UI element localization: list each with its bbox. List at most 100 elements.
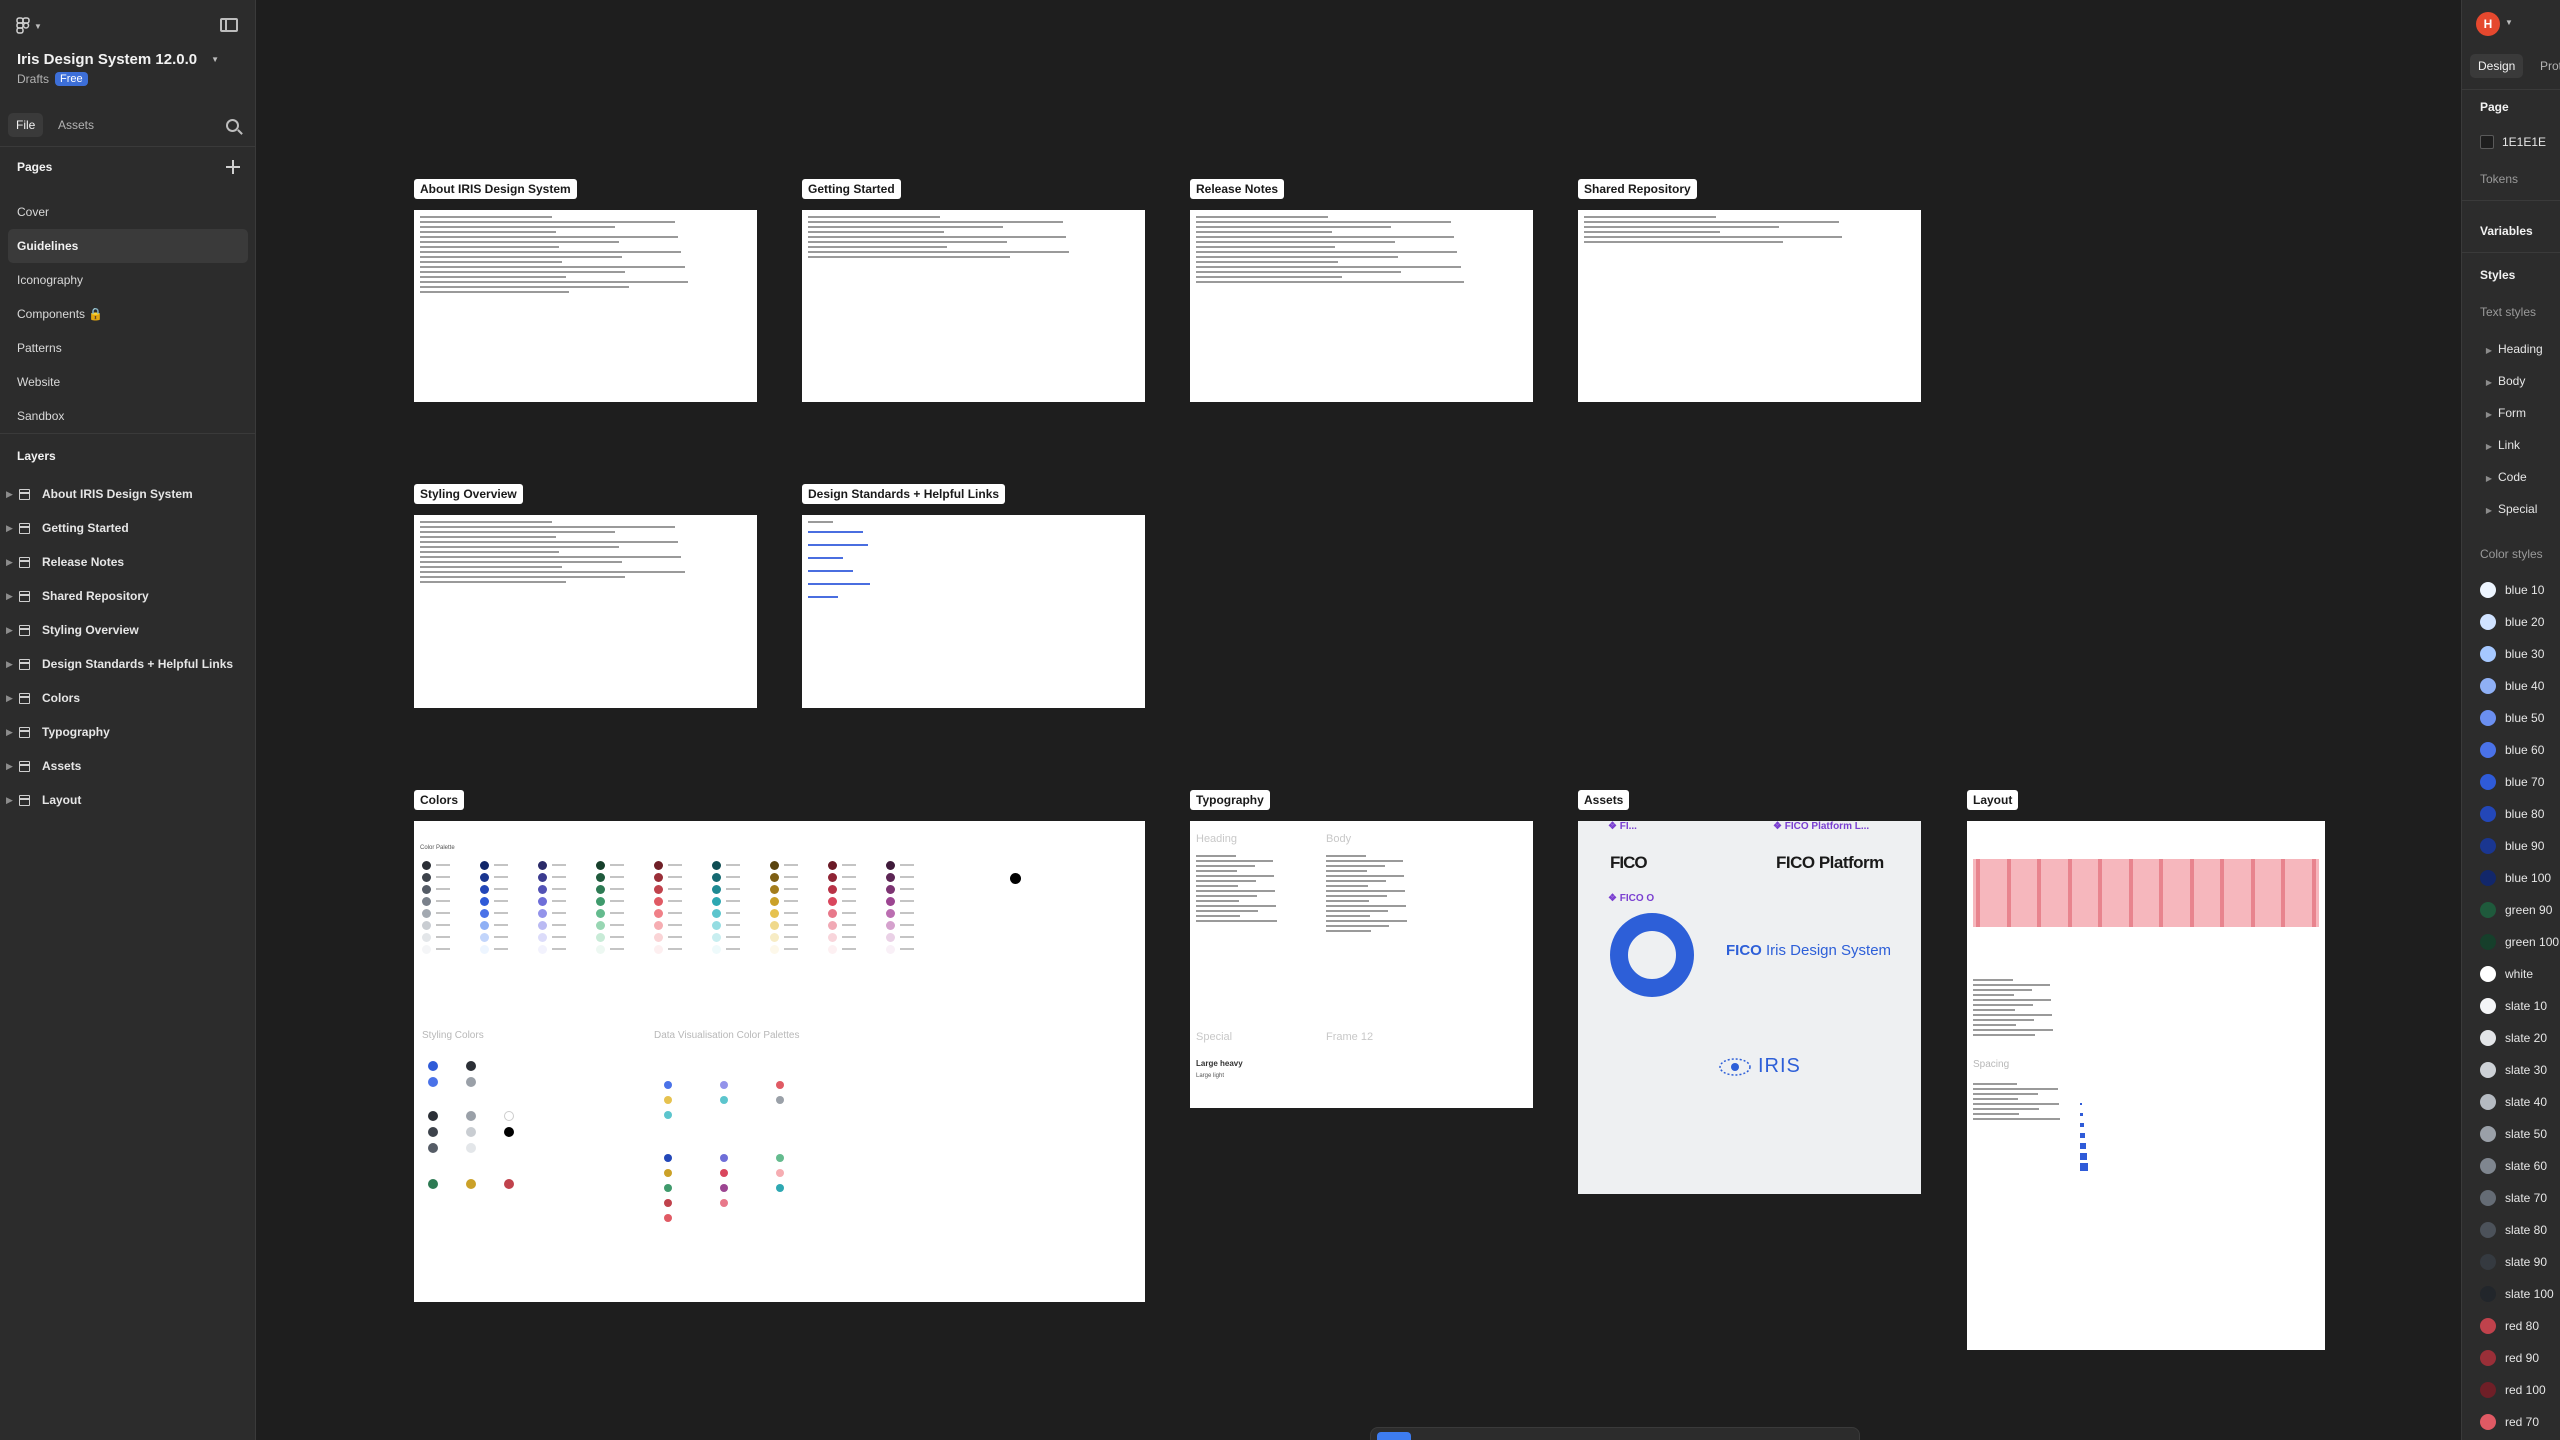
color-style-item[interactable]: slate 90 [2480,1246,2559,1278]
frame-label-styling-overview[interactable]: Styling Overview [414,484,523,504]
color-style-item[interactable]: slate 20 [2480,1022,2559,1054]
text-style-item[interactable]: ▶ Heading [2480,333,2543,365]
frame-design-standards[interactable] [802,515,1145,708]
chevron-right-icon[interactable]: ▶ [6,579,13,613]
color-style-item[interactable]: blue 80 [2480,798,2559,830]
color-style-item[interactable]: slate 70 [2480,1182,2559,1214]
color-style-item[interactable]: blue 50 [2480,702,2559,734]
frame-layout[interactable]: Spacing [1967,821,2325,1350]
frame-styling-overview[interactable] [414,515,757,708]
color-style-item[interactable]: slate 30 [2480,1054,2559,1086]
page-item-cover[interactable]: Cover [8,195,248,229]
color-style-item[interactable]: slate 60 [2480,1150,2559,1182]
layer-item[interactable]: ▶ Shared Repository [0,579,256,613]
page-background-color[interactable]: 1E1E1E [2480,135,2546,149]
chevron-right-icon[interactable]: ▶ [6,511,13,545]
color-style-item[interactable]: blue 30 [2480,638,2559,670]
layer-item[interactable]: ▶ Design Standards + Helpful Links [0,647,256,681]
text-style-item[interactable]: ▶ Link [2480,429,2543,461]
chevron-right-icon[interactable]: ▶ [6,477,13,511]
layer-item[interactable]: ▶ Assets [0,749,256,783]
color-style-item[interactable]: blue 20 [2480,606,2559,638]
color-style-item[interactable]: blue 60 [2480,734,2559,766]
frame-label-assets[interactable]: Assets [1578,790,1630,810]
frame-label-shared-repository[interactable]: Shared Repository [1578,179,1697,199]
layer-item[interactable]: ▶ Styling Overview [0,613,256,647]
frame-label-layout[interactable]: Layout [1967,790,2019,810]
frame-typography[interactable]: Heading Body Special Frame 12 Large heav… [1190,821,1533,1108]
frame-colors[interactable]: Color Palette Styling Colors Data Visual… [414,821,1145,1302]
frame-label-design-standards[interactable]: Design Standards + Helpful Links [802,484,1006,504]
link-line[interactable] [808,557,843,559]
link-line[interactable] [808,583,870,585]
color-style-item[interactable]: red 80 [2480,1310,2559,1342]
layer-item[interactable]: ▶ Typography [0,715,256,749]
color-style-item[interactable]: slate 10 [2480,990,2559,1022]
color-style-item[interactable]: blue 40 [2480,670,2559,702]
chevron-down-icon[interactable]: ▼ [2505,18,2513,27]
add-page-icon[interactable] [226,160,240,174]
link-line[interactable] [808,570,853,572]
frame-about[interactable] [414,210,757,402]
color-style-item[interactable]: slate 100 [2480,1278,2559,1310]
text-style-item[interactable]: ▶ Code [2480,461,2543,493]
frame-shared-repository[interactable] [1578,210,1921,402]
color-style-item[interactable]: red 90 [2480,1342,2559,1374]
color-style-item[interactable]: slate 40 [2480,1086,2559,1118]
page-color-value[interactable]: 1E1E1E [2502,135,2546,149]
page-item-components[interactable]: Components 🔒 [8,297,248,331]
page-item-website[interactable]: Website [8,365,248,399]
layer-item[interactable]: ▶ Getting Started [0,511,256,545]
frame-assets[interactable]: ❖ FI... ❖ FICO Platform L... FICO FICO P… [1578,821,1921,1194]
chevron-right-icon[interactable]: ▶ [6,783,13,817]
color-style-item[interactable]: slate 50 [2480,1118,2559,1150]
page-item-iconography[interactable]: Iconography [8,263,248,297]
text-style-item[interactable]: ▶ Special [2480,493,2543,525]
link-line[interactable] [808,531,863,533]
tab-design[interactable]: Design [2470,54,2524,78]
chevron-right-icon[interactable]: ▶ [6,545,13,579]
tab-file[interactable]: File [8,113,44,137]
frame-label-colors[interactable]: Colors [414,790,465,810]
tokens-label[interactable]: Tokens [2480,172,2518,186]
color-style-item[interactable]: green 100 [2480,926,2559,958]
frame-label-release-notes[interactable]: Release Notes [1190,179,1285,199]
chevron-right-icon[interactable]: ▶ [6,749,13,783]
layer-item[interactable]: ▶ Layout [0,783,256,817]
frame-label-about[interactable]: About IRIS Design System [414,179,577,199]
chevron-right-icon[interactable]: ▶ [6,715,13,749]
search-icon[interactable] [226,119,239,132]
frame-getting-started[interactable] [802,210,1145,402]
link-line[interactable] [808,596,838,598]
frame-label-typography[interactable]: Typography [1190,790,1270,810]
text-style-item[interactable]: ▶ Body [2480,365,2543,397]
color-style-item[interactable]: slate 80 [2480,1214,2559,1246]
page-item-patterns[interactable]: Patterns [8,331,248,365]
layer-item[interactable]: ▶ Colors [0,681,256,715]
link-line[interactable] [808,544,868,546]
text-style-item[interactable]: ▶ Form [2480,397,2543,429]
toggle-sidebar-icon[interactable] [220,18,238,32]
color-style-item[interactable]: blue 10 [2480,574,2559,606]
drafts-link[interactable]: Drafts [17,72,49,86]
chevron-right-icon[interactable]: ▶ [6,647,13,681]
chevron-right-icon[interactable]: ▶ [6,613,13,647]
variables-title[interactable]: Variables [2480,224,2533,238]
tab-assets[interactable]: Assets [50,113,102,137]
file-name[interactable]: Iris Design System 12.0.0 ▼ [17,51,219,68]
page-item-guidelines[interactable]: Guidelines [8,229,248,263]
main-menu-button[interactable]: ▼ [16,17,42,35]
tab-prototype[interactable]: Prototype [2532,54,2560,78]
chevron-right-icon[interactable]: ▶ [6,681,13,715]
canvas[interactable]: About IRIS Design System Getting Started… [257,0,2455,1440]
color-style-item[interactable]: red 100 [2480,1374,2559,1406]
page-item-sandbox[interactable]: Sandbox [8,399,248,433]
color-style-item[interactable]: blue 70 [2480,766,2559,798]
layer-item[interactable]: ▶ About IRIS Design System [0,477,256,511]
color-style-item[interactable]: blue 100 [2480,862,2559,894]
avatar[interactable]: H [2476,12,2500,36]
move-tool-button[interactable] [1377,1432,1411,1440]
frame-label-getting-started[interactable]: Getting Started [802,179,901,199]
color-style-item[interactable]: green 90 [2480,894,2559,926]
layer-item[interactable]: ▶ Release Notes [0,545,256,579]
